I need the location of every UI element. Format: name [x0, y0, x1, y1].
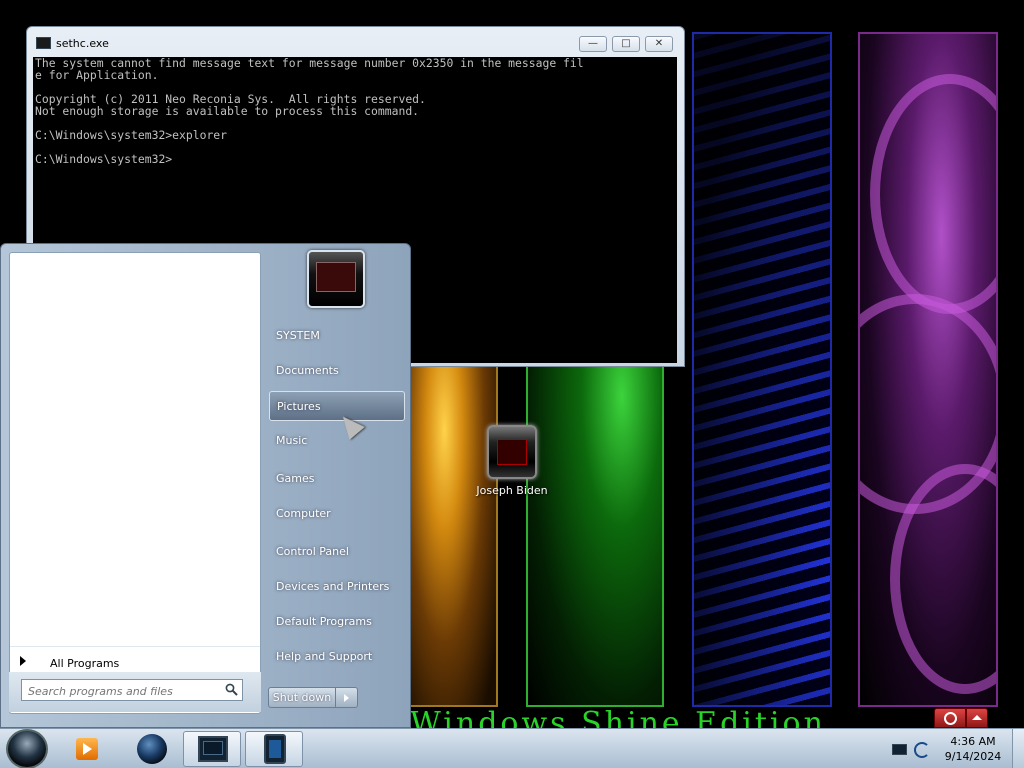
chevron-up-icon — [972, 715, 982, 720]
console-title: sethc.exe — [56, 37, 109, 50]
start-menu: All Programs SYSTEM Documents Pictures M… — [0, 243, 411, 728]
console-prompt[interactable]: C:\Windows\system32> — [35, 153, 675, 165]
network-icon[interactable] — [892, 744, 907, 755]
start-orb-button[interactable] — [6, 729, 48, 768]
console-line: e for Application. — [35, 68, 159, 82]
user-account-picture[interactable] — [307, 250, 365, 308]
user-folder-icon — [487, 425, 537, 479]
minimize-button[interactable]: — — [579, 36, 607, 52]
chevron-right-icon — [344, 694, 349, 702]
all-programs-label: All Programs — [50, 657, 120, 670]
start-item-computer[interactable]: Computer — [269, 499, 405, 529]
console-app-icon — [36, 37, 51, 49]
start-item-devices-printers[interactable]: Devices and Printers — [269, 572, 405, 602]
wallpaper-edition-text: Windows Shine Edition — [410, 706, 826, 728]
tablet-icon[interactable] — [264, 734, 286, 764]
wallpaper-panel-blue — [692, 32, 832, 707]
globe-icon[interactable] — [137, 734, 167, 764]
clock-date: 9/14/2024 — [944, 750, 1002, 763]
console-titlebar[interactable]: sethc.exe — □ ✕ — [27, 27, 684, 55]
start-item-pictures[interactable]: Pictures — [269, 391, 405, 421]
console-line: C:\Windows\system32>explorer — [35, 128, 228, 142]
wallpaper-panel-purple — [858, 32, 998, 707]
show-desktop-button[interactable] — [1012, 729, 1024, 768]
desktop-icon-user[interactable]: Joseph Biden — [470, 425, 554, 497]
shutdown-button[interactable]: Shut down — [268, 687, 336, 708]
console-icon[interactable] — [198, 736, 228, 762]
taskbar-clock[interactable]: 4:36 AM 9/14/2024 — [936, 734, 1010, 764]
clock-time: 4:36 AM — [950, 735, 996, 748]
start-search-area — [9, 672, 261, 712]
close-button[interactable]: ✕ — [645, 36, 673, 52]
expand-up-button[interactable] — [966, 708, 988, 728]
power-button[interactable] — [934, 708, 966, 728]
search-icon[interactable] — [225, 683, 238, 696]
start-search-box[interactable] — [21, 679, 243, 702]
start-item-default-programs[interactable]: Default Programs — [269, 607, 405, 637]
start-item-control-panel[interactable]: Control Panel — [269, 537, 405, 567]
wallpaper-panel-green — [526, 360, 664, 707]
wallpaper-panel-orange — [408, 360, 498, 707]
maximize-button[interactable]: □ — [612, 36, 640, 52]
start-search-input[interactable] — [22, 681, 218, 702]
start-item-games[interactable]: Games — [269, 464, 405, 494]
volume-icon[interactable] — [914, 742, 930, 758]
start-item-music[interactable]: Music — [269, 426, 405, 456]
start-menu-programs-pane: All Programs — [9, 252, 261, 714]
desktop-icon-label: Joseph Biden — [476, 484, 548, 497]
shutdown-options-button[interactable] — [336, 687, 358, 708]
console-line: Not enough storage is available to proce… — [35, 104, 420, 118]
expand-arrow-icon — [20, 656, 26, 666]
start-item-documents[interactable]: Documents — [269, 356, 405, 386]
power-icon — [944, 712, 957, 725]
start-item-help-support[interactable]: Help and Support — [269, 642, 405, 672]
taskbar: 4:36 AM 9/14/2024 — [0, 728, 1024, 768]
start-item-system[interactable]: SYSTEM — [269, 321, 405, 351]
media-player-icon[interactable] — [76, 738, 98, 760]
